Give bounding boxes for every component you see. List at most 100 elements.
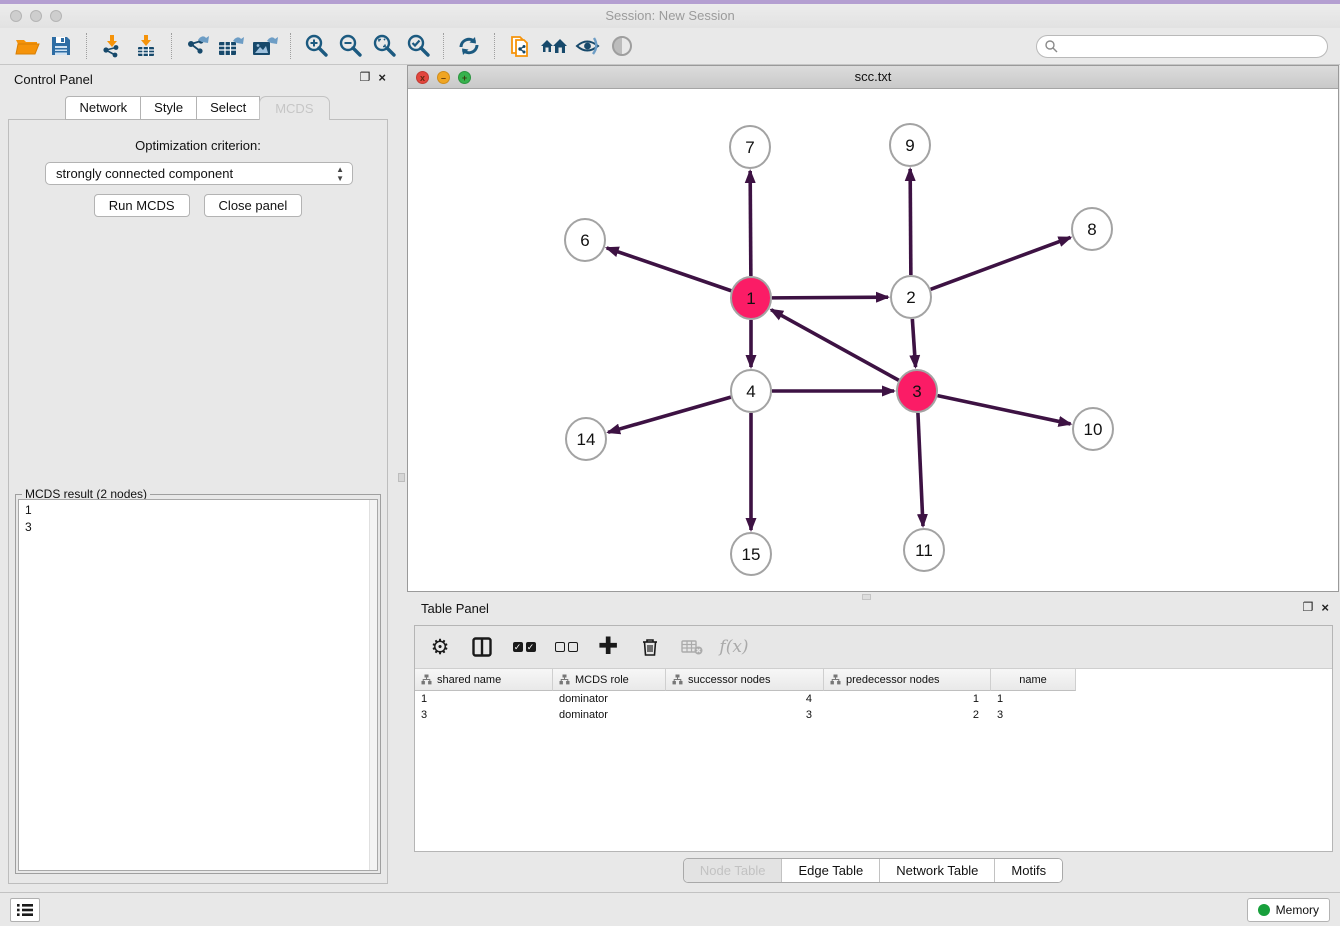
memory-button[interactable]: Memory xyxy=(1247,898,1330,922)
duplicate-network-button[interactable] xyxy=(503,31,537,61)
graph-edge-3-1[interactable] xyxy=(771,310,899,381)
zoom-selected-button[interactable] xyxy=(401,31,435,61)
graph-node-label-11: 11 xyxy=(915,541,933,560)
result-scrollbar[interactable] xyxy=(369,500,377,870)
graph-node-label-8: 8 xyxy=(1087,220,1096,239)
show-graphics-details-button[interactable] xyxy=(605,31,639,61)
column-header-label: predecessor nodes xyxy=(846,674,984,686)
network-canvas[interactable]: 7968124314101511 xyxy=(408,89,1338,591)
tab-node-table[interactable]: Node Table xyxy=(684,859,782,882)
mcds-tab-content: Optimization criterion: strongly connect… xyxy=(8,119,388,884)
column-header-name[interactable]: name xyxy=(991,669,1076,691)
splitter-grip[interactable] xyxy=(398,473,405,482)
network-window-title: scc.txt xyxy=(408,69,1338,84)
control-panel-tabs: NetworkStyleSelectMCDS xyxy=(0,96,396,120)
delete-table-button[interactable] xyxy=(679,633,705,661)
column-header-successor-nodes[interactable]: successor nodes xyxy=(666,669,824,691)
graph-edge-2-3[interactable] xyxy=(912,319,915,367)
apply-layout-button[interactable] xyxy=(452,31,486,61)
columns-icon xyxy=(472,637,492,657)
graph-edge-4-14[interactable] xyxy=(608,397,731,432)
graph-edge-1-7[interactable] xyxy=(750,171,751,276)
import-network-button[interactable] xyxy=(95,31,129,61)
graph-edge-2-8[interactable] xyxy=(931,237,1071,289)
close-panel-icon[interactable]: × xyxy=(1321,600,1329,615)
tab-network[interactable]: Network xyxy=(65,96,141,120)
export-network-button[interactable] xyxy=(180,31,214,61)
table-cell[interactable]: 2 xyxy=(824,707,991,723)
search-input[interactable] xyxy=(1036,35,1328,58)
run-mcds-button[interactable]: Run MCDS xyxy=(94,194,190,217)
table-settings-button[interactable]: ⚙ xyxy=(427,633,453,661)
sort-hierarchy-icon xyxy=(672,674,683,685)
zoom-out-icon xyxy=(337,33,363,59)
export-image-button[interactable] xyxy=(248,31,282,61)
task-history-button[interactable] xyxy=(10,898,40,922)
import-table-button[interactable] xyxy=(129,31,163,61)
network-window-titlebar[interactable]: x – + scc.txt xyxy=(408,66,1338,89)
column-header-MCDS-role[interactable]: MCDS role xyxy=(553,669,666,691)
import-table-icon xyxy=(134,34,158,58)
float-panel-icon[interactable]: ❐ xyxy=(1303,600,1314,615)
table-tabs: Node TableEdge TableNetwork TableMotifs xyxy=(683,858,1063,883)
tab-select[interactable]: Select xyxy=(196,96,260,120)
tab-motifs[interactable]: Motifs xyxy=(994,859,1062,882)
toolbar-separator xyxy=(86,33,87,59)
table-cell[interactable]: 3 xyxy=(415,707,553,723)
show-column-panel-button[interactable] xyxy=(469,633,495,661)
table-cell[interactable]: 1 xyxy=(991,691,1076,707)
checked-boxes-icon: ✓✓ xyxy=(513,642,536,652)
graph-edge-2-9[interactable] xyxy=(910,169,911,275)
export-image-icon xyxy=(251,34,279,58)
zoom-out-button[interactable] xyxy=(333,31,367,61)
zoom-fit-button[interactable] xyxy=(367,31,401,61)
tab-network-table[interactable]: Network Table xyxy=(879,859,994,882)
network-graph: 7968124314101511 xyxy=(408,89,1338,592)
table-cell[interactable]: 1 xyxy=(415,691,553,707)
table-cell[interactable]: 3 xyxy=(991,707,1076,723)
table-row[interactable]: 1dominator411 xyxy=(415,691,1332,707)
graph-edge-3-10[interactable] xyxy=(938,396,1071,424)
graph-edge-1-2[interactable] xyxy=(772,297,888,298)
close-panel-button[interactable]: Close panel xyxy=(204,194,303,217)
mcds-result-textarea[interactable]: 1 3 xyxy=(18,499,378,871)
zoom-in-button[interactable] xyxy=(299,31,333,61)
deselect-all-button[interactable] xyxy=(553,633,579,661)
graph-node-label-2: 2 xyxy=(906,288,915,307)
function-builder-button[interactable]: f(x) xyxy=(721,633,747,661)
show-all-networks-button[interactable] xyxy=(537,31,571,61)
sort-hierarchy-icon xyxy=(830,674,841,685)
tab-edge-table[interactable]: Edge Table xyxy=(781,859,879,882)
save-session-button[interactable] xyxy=(44,31,78,61)
control-panel-window-buttons: ❐ × xyxy=(360,70,386,85)
table-cell[interactable]: 1 xyxy=(824,691,991,707)
column-header-shared-name[interactable]: shared name xyxy=(415,669,553,691)
tab-style[interactable]: Style xyxy=(140,96,197,120)
delete-column-button[interactable] xyxy=(637,633,663,661)
hide-graphics-details-button[interactable] xyxy=(571,31,605,61)
houses-icon xyxy=(539,34,569,58)
open-session-button[interactable] xyxy=(10,31,44,61)
trash-icon xyxy=(641,637,659,657)
graph-edge-3-11[interactable] xyxy=(918,413,923,526)
vertical-splitter[interactable] xyxy=(396,65,407,892)
tab-mcds[interactable]: MCDS xyxy=(259,96,329,120)
table-body: 1dominator4113dominator323 xyxy=(415,691,1332,723)
column-header-predecessor-nodes[interactable]: predecessor nodes xyxy=(824,669,991,691)
select-all-button[interactable]: ✓✓ xyxy=(511,633,537,661)
create-column-button[interactable]: ✚ xyxy=(595,633,621,661)
table-cell[interactable]: dominator xyxy=(553,707,666,723)
graph-node-label-3: 3 xyxy=(912,382,921,401)
table-cell[interactable]: dominator xyxy=(553,691,666,707)
table-panel-window-buttons: ❐ × xyxy=(1303,600,1329,615)
export-table-button[interactable] xyxy=(214,31,248,61)
graph-edge-1-6[interactable] xyxy=(607,248,731,291)
close-panel-icon[interactable]: × xyxy=(378,70,386,85)
criterion-dropdown[interactable]: strongly connected component ▲▼ xyxy=(45,162,353,185)
memory-label: Memory xyxy=(1276,903,1319,917)
table-cell[interactable]: 3 xyxy=(666,707,824,723)
table-cell[interactable]: 4 xyxy=(666,691,824,707)
horizontal-splitter-grip[interactable] xyxy=(862,594,871,600)
float-panel-icon[interactable]: ❐ xyxy=(360,70,371,85)
table-row[interactable]: 3dominator323 xyxy=(415,707,1332,723)
